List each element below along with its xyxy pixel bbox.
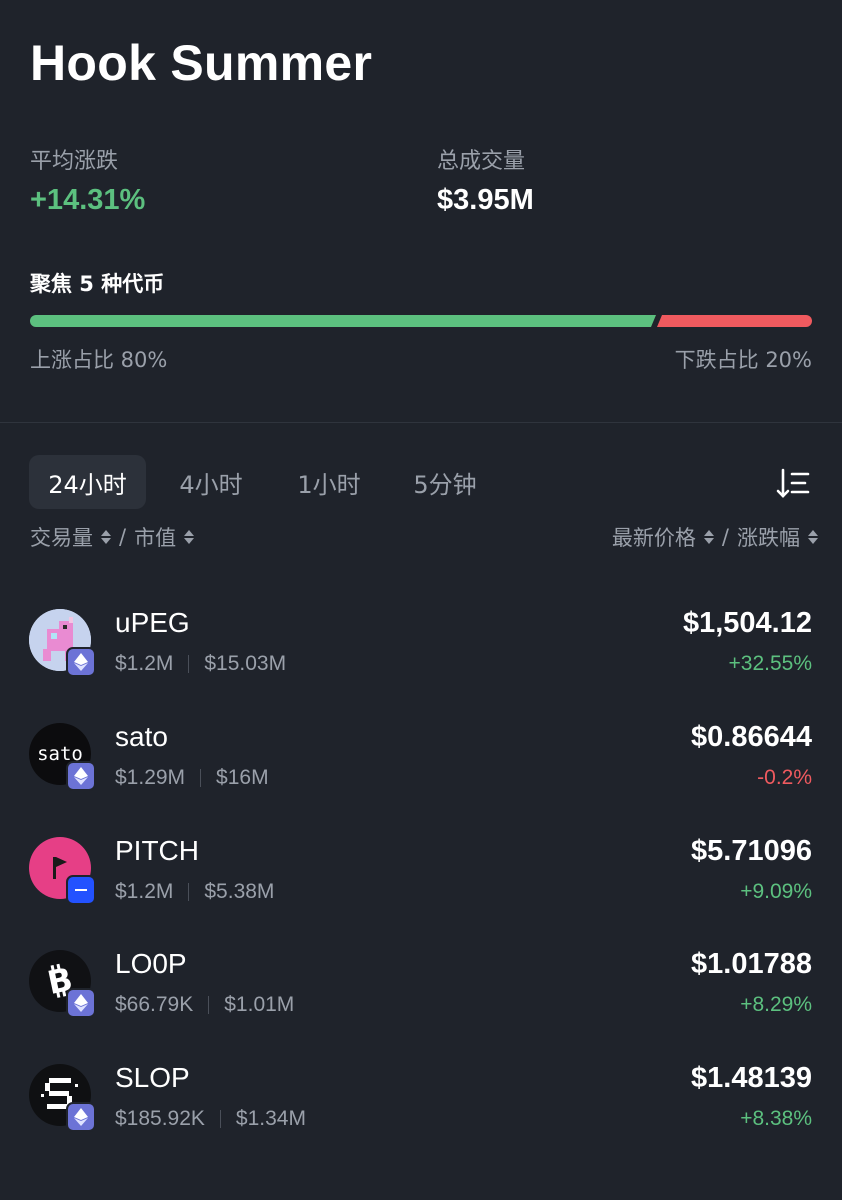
sort-volume-marketcap: 交易量 / 市值 xyxy=(30,522,202,552)
tab-1h[interactable]: 1小时 xyxy=(278,455,380,509)
token-price: $1,504.12 xyxy=(682,607,812,639)
sort-change-caret-icon[interactable] xyxy=(808,530,818,544)
ethereum-icon xyxy=(66,988,96,1018)
sort-separator: / xyxy=(119,525,127,549)
avg-change-value: +14.31% xyxy=(30,184,146,216)
token-row[interactable]: SLOP $185.92K $1.34M $1.48139 +8.38% xyxy=(0,1062,842,1174)
down-ratio-bar xyxy=(657,315,812,327)
sort-price-label[interactable]: 最新价格 xyxy=(612,522,696,552)
token-market-cap: $1.34M xyxy=(235,1107,306,1130)
sort-marketcap-caret-icon[interactable] xyxy=(184,530,195,544)
token-name: SLOP xyxy=(115,1062,190,1093)
token-name: sato xyxy=(115,721,168,752)
sort-price-caret-icon[interactable] xyxy=(703,530,714,544)
token-row[interactable]: B LO0P $66.79K $1.01M $1.01788 +8.29% xyxy=(0,948,842,1060)
token-market-cap: $16M xyxy=(216,766,269,789)
token-change: +32.55% xyxy=(728,652,813,675)
total-volume-label: 总成交量 xyxy=(437,149,526,174)
token-stats: $66.79K $1.01M xyxy=(115,993,294,1017)
token-stats: $1.2M $15.03M xyxy=(115,652,286,676)
base-icon xyxy=(66,875,96,905)
token-volume: $66.79K xyxy=(115,993,194,1016)
token-name: PITCH xyxy=(115,835,199,866)
ethereum-icon xyxy=(66,647,96,677)
sort-icon[interactable] xyxy=(775,465,811,501)
token-change: +8.38% xyxy=(740,1107,812,1130)
token-price: $1.48139 xyxy=(691,1062,812,1094)
ethereum-icon xyxy=(66,761,96,791)
token-stats: $1.2M $5.38M xyxy=(115,880,274,904)
token-change: -0.2% xyxy=(757,766,812,789)
up-ratio-label: 上涨占比 80% xyxy=(30,348,168,372)
stat-divider xyxy=(200,769,202,787)
token-name: LO0P xyxy=(115,948,187,979)
token-price: $5.71096 xyxy=(691,835,812,867)
tab-24h[interactable]: 24小时 xyxy=(29,455,146,509)
token-stats: $185.92K $1.34M xyxy=(115,1107,306,1131)
sort-price-change: 最新价格 / 涨跌幅 xyxy=(612,522,818,552)
ethereum-icon xyxy=(66,1102,96,1132)
token-change: +8.29% xyxy=(740,993,812,1016)
token-price: $0.86644 xyxy=(691,721,812,753)
token-row[interactable]: sato sato $1.29M $16M $0.86644 -0.2% xyxy=(0,721,842,833)
total-volume-value: $3.95M xyxy=(437,184,534,216)
token-price: $1.01788 xyxy=(691,948,812,980)
token-market-cap: $5.38M xyxy=(204,880,275,903)
token-volume: $1.2M xyxy=(115,652,174,675)
tab-4h[interactable]: 4小时 xyxy=(160,455,262,509)
stat-divider xyxy=(208,996,210,1014)
token-volume: $1.29M xyxy=(115,766,186,789)
stat-divider xyxy=(219,1110,221,1128)
sort-change-label[interactable]: 涨跌幅 xyxy=(737,522,800,552)
token-change: +9.09% xyxy=(740,880,812,903)
stat-divider xyxy=(188,655,190,673)
token-volume: $185.92K xyxy=(115,1107,205,1130)
token-market-cap: $15.03M xyxy=(204,652,287,675)
avg-change-label: 平均涨跌 xyxy=(30,149,119,174)
focus-token-count: 聚焦 5 种代币 xyxy=(30,272,165,296)
token-volume: $1.2M xyxy=(115,880,174,903)
token-row[interactable]: uPEG $1.2M $15.03M $1,504.12 +32.55% xyxy=(0,607,842,719)
up-ratio-bar xyxy=(30,315,656,327)
down-ratio-label: 下跌占比 20% xyxy=(674,348,812,372)
token-row[interactable]: PITCH $1.2M $5.38M $5.71096 +9.09% xyxy=(0,835,842,947)
token-market-cap: $1.01M xyxy=(224,993,295,1016)
token-name: uPEG xyxy=(115,607,190,638)
sort-marketcap-label[interactable]: 市值 xyxy=(134,522,176,552)
sort-volume-caret-icon[interactable] xyxy=(101,530,111,544)
page-title: Hook Summer xyxy=(30,35,373,91)
sort-volume-label[interactable]: 交易量 xyxy=(30,522,93,552)
token-stats: $1.29M $16M xyxy=(115,766,269,790)
sort-separator: / xyxy=(721,525,729,549)
section-divider xyxy=(0,422,842,423)
token-group-page: Hook Summer 平均涨跌 +14.31% 总成交量 $3.95M 聚焦 … xyxy=(0,0,842,1200)
tab-5m[interactable]: 5分钟 xyxy=(396,455,494,509)
stat-divider xyxy=(188,883,190,901)
